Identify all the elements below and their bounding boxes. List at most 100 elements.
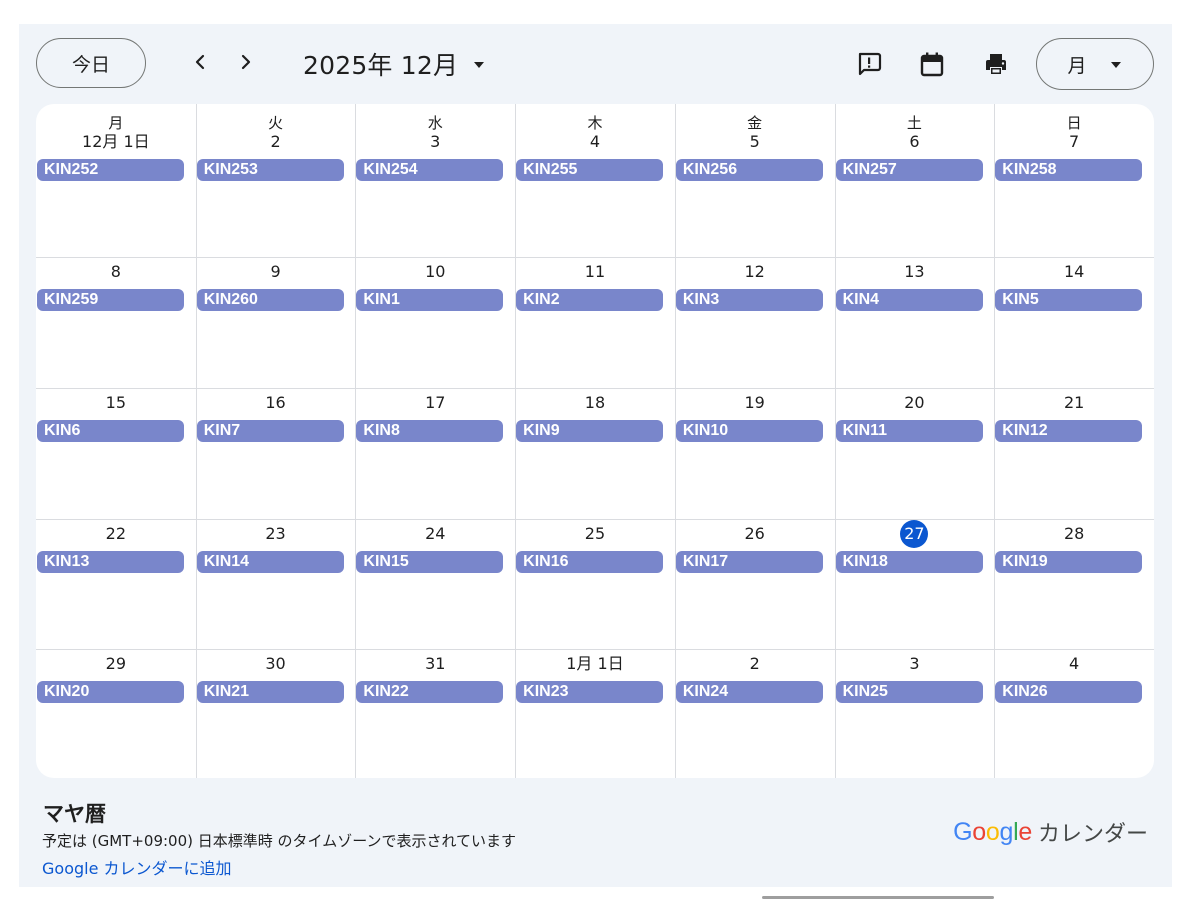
day-cell[interactable]: 月 12月 1日 KIN252 bbox=[36, 104, 196, 257]
feedback-icon[interactable] bbox=[849, 44, 889, 84]
day-cell[interactable]: 15 KIN6 bbox=[36, 388, 196, 519]
day-cell[interactable]: 28 KIN19 bbox=[994, 519, 1154, 649]
event-chip[interactable]: KIN1 bbox=[356, 289, 504, 311]
date-label[interactable]: 10 bbox=[355, 262, 515, 282]
event-chip[interactable]: KIN14 bbox=[196, 551, 344, 573]
date-label[interactable]: 19 bbox=[675, 393, 835, 413]
date-label[interactable]: 8 bbox=[36, 262, 196, 282]
event-chip[interactable]: KIN5 bbox=[995, 289, 1143, 311]
date-label[interactable]: 26 bbox=[675, 524, 835, 544]
event-chip[interactable]: KIN2 bbox=[516, 289, 664, 311]
day-cell[interactable]: 14 KIN5 bbox=[994, 257, 1154, 388]
chevron-right-icon[interactable] bbox=[228, 44, 264, 80]
today-button[interactable]: 今日 bbox=[36, 38, 146, 88]
day-cell[interactable]: 21 KIN12 bbox=[994, 388, 1154, 519]
date-label[interactable]: 29 bbox=[36, 654, 196, 674]
event-chip[interactable]: KIN256 bbox=[675, 159, 823, 181]
event-chip[interactable]: KIN15 bbox=[356, 551, 504, 573]
date-label[interactable]: 31 bbox=[355, 654, 515, 674]
date-label[interactable]: 12 bbox=[675, 262, 835, 282]
day-cell[interactable]: 23 KIN14 bbox=[196, 519, 356, 649]
event-chip[interactable]: KIN18 bbox=[835, 551, 983, 573]
event-chip[interactable]: KIN6 bbox=[37, 420, 184, 442]
day-cell[interactable]: 31 KIN22 bbox=[355, 649, 515, 778]
date-label[interactable]: 20 bbox=[835, 393, 995, 413]
date-label[interactable]: 5 bbox=[675, 132, 835, 152]
event-chip[interactable]: KIN252 bbox=[37, 159, 184, 181]
day-cell[interactable]: 19 KIN10 bbox=[675, 388, 835, 519]
today-date[interactable]: 27 bbox=[900, 520, 929, 548]
day-cell[interactable]: 水 3 KIN254 bbox=[355, 104, 515, 257]
event-chip[interactable]: KIN13 bbox=[37, 551, 184, 573]
event-chip[interactable]: KIN10 bbox=[675, 420, 823, 442]
event-chip[interactable]: KIN3 bbox=[675, 289, 823, 311]
day-cell[interactable]: 29 KIN20 bbox=[36, 649, 196, 778]
print-icon[interactable] bbox=[976, 44, 1016, 84]
day-cell[interactable]: 日 7 KIN258 bbox=[994, 104, 1154, 257]
date-label[interactable]: 30 bbox=[196, 654, 356, 674]
event-chip[interactable]: KIN260 bbox=[196, 289, 344, 311]
day-cell[interactable]: 22 KIN13 bbox=[36, 519, 196, 649]
day-cell[interactable]: 木 4 KIN255 bbox=[515, 104, 675, 257]
date-label[interactable]: 3 bbox=[355, 132, 515, 152]
add-to-google-calendar-link[interactable]: Google カレンダーに追加 bbox=[42, 855, 232, 879]
day-cell[interactable]: 3 KIN25 bbox=[835, 649, 995, 778]
event-chip[interactable]: KIN16 bbox=[516, 551, 664, 573]
day-cell[interactable]: 26 KIN17 bbox=[675, 519, 835, 649]
day-cell[interactable]: 25 KIN16 bbox=[515, 519, 675, 649]
date-label[interactable]: 28 bbox=[994, 524, 1154, 544]
day-cell[interactable]: 土 6 KIN257 bbox=[835, 104, 995, 257]
day-cell[interactable]: 16 KIN7 bbox=[196, 388, 356, 519]
event-chip[interactable]: KIN7 bbox=[196, 420, 344, 442]
date-label[interactable]: 7 bbox=[994, 132, 1154, 152]
event-chip[interactable]: KIN9 bbox=[516, 420, 664, 442]
day-cell[interactable]: 9 KIN260 bbox=[196, 257, 356, 388]
date-label[interactable]: 12月 1日 bbox=[36, 132, 196, 152]
date-label[interactable]: 11 bbox=[515, 262, 675, 282]
day-cell[interactable]: 11 KIN2 bbox=[515, 257, 675, 388]
period-selector[interactable]: 2025年 12月 bbox=[303, 44, 486, 84]
day-cell[interactable]: 4 KIN26 bbox=[994, 649, 1154, 778]
calendar-icon[interactable] bbox=[912, 44, 952, 84]
day-cell[interactable]: 27 KIN18 bbox=[835, 519, 995, 649]
day-cell[interactable]: 10 KIN1 bbox=[355, 257, 515, 388]
date-label[interactable]: 6 bbox=[835, 132, 995, 152]
day-cell[interactable]: 24 KIN15 bbox=[355, 519, 515, 649]
event-chip[interactable]: KIN257 bbox=[835, 159, 983, 181]
event-chip[interactable]: KIN25 bbox=[835, 681, 983, 703]
event-chip[interactable]: KIN17 bbox=[675, 551, 823, 573]
date-label[interactable]: 14 bbox=[994, 262, 1154, 282]
event-chip[interactable]: KIN4 bbox=[835, 289, 983, 311]
date-label[interactable]: 18 bbox=[515, 393, 675, 413]
event-chip[interactable]: KIN24 bbox=[675, 681, 823, 703]
event-chip[interactable]: KIN8 bbox=[356, 420, 504, 442]
date-label[interactable]: 3 bbox=[835, 654, 995, 674]
day-cell[interactable]: 2 KIN24 bbox=[675, 649, 835, 778]
event-chip[interactable]: KIN254 bbox=[356, 159, 504, 181]
date-label[interactable]: 4 bbox=[515, 132, 675, 152]
day-cell[interactable]: 火 2 KIN253 bbox=[196, 104, 356, 257]
date-label[interactable]: 2 bbox=[196, 132, 356, 152]
day-cell[interactable]: 17 KIN8 bbox=[355, 388, 515, 519]
date-label[interactable]: 1月 1日 bbox=[515, 654, 675, 674]
event-chip[interactable]: KIN258 bbox=[995, 159, 1143, 181]
event-chip[interactable]: KIN11 bbox=[835, 420, 983, 442]
event-chip[interactable]: KIN26 bbox=[995, 681, 1143, 703]
day-cell[interactable]: 8 KIN259 bbox=[36, 257, 196, 388]
day-cell[interactable]: 12 KIN3 bbox=[675, 257, 835, 388]
event-chip[interactable]: KIN253 bbox=[196, 159, 344, 181]
date-label[interactable]: 15 bbox=[36, 393, 196, 413]
day-cell[interactable]: 18 KIN9 bbox=[515, 388, 675, 519]
date-label[interactable]: 24 bbox=[355, 524, 515, 544]
day-cell[interactable]: 20 KIN11 bbox=[835, 388, 995, 519]
event-chip[interactable]: KIN20 bbox=[37, 681, 184, 703]
date-label[interactable]: 21 bbox=[994, 393, 1154, 413]
event-chip[interactable]: KIN259 bbox=[37, 289, 184, 311]
event-chip[interactable]: KIN19 bbox=[995, 551, 1143, 573]
event-chip[interactable]: KIN21 bbox=[196, 681, 344, 703]
event-chip[interactable]: KIN23 bbox=[516, 681, 664, 703]
date-label[interactable]: 4 bbox=[994, 654, 1154, 674]
date-label[interactable]: 22 bbox=[36, 524, 196, 544]
date-label[interactable]: 25 bbox=[515, 524, 675, 544]
date-label[interactable]: 16 bbox=[196, 393, 356, 413]
